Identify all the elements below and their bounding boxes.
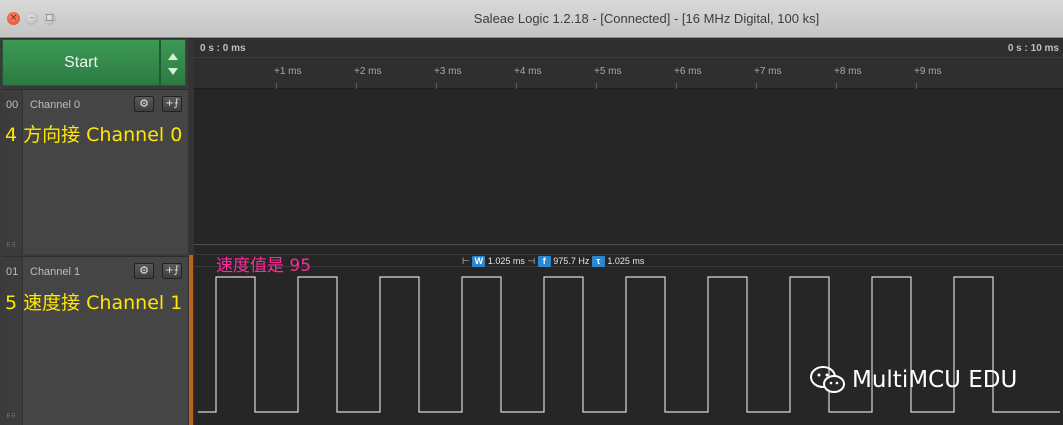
tick-label: +3 ms xyxy=(434,66,462,77)
tick-label: +2 ms xyxy=(354,66,382,77)
tick-label: +7 ms xyxy=(754,66,782,77)
trigger-edge-icon: +⨍ xyxy=(165,98,179,109)
trigger-edge-icon: +⨍ xyxy=(165,265,179,276)
grip-handle-icon[interactable]: ⠿⠿ xyxy=(6,242,17,249)
measure-end-marker-icon: ⊣ xyxy=(527,256,536,266)
channel-row-0[interactable]: 00 Channel 0 ⚙ +⨍ ⠿⠿ xyxy=(2,89,188,254)
add-analyzer-button[interactable]: +⨍ xyxy=(162,263,182,279)
timeline-divider xyxy=(194,57,1063,58)
pulse-width-value: 1.025 ms xyxy=(487,256,525,266)
start-options-button[interactable] xyxy=(160,39,186,86)
channel-color-stripe xyxy=(2,257,23,425)
gear-icon: ⚙ xyxy=(139,264,149,277)
pulse-width-icon: W xyxy=(472,256,486,267)
tick-label: +9 ms xyxy=(914,66,942,77)
channel-color-stripe xyxy=(2,90,23,254)
channel-1-annotation: 5 速度接 Channel 1 xyxy=(5,292,183,314)
watermark-text: MultiMCU EDU xyxy=(852,367,1018,393)
channel-panel: Start 00 Channel 0 ⚙ +⨍ ⠿⠿ 01 Channel 1 … xyxy=(0,39,190,425)
channel-name[interactable]: Channel 0 xyxy=(30,99,80,111)
measure-start-marker-icon: ⊢ xyxy=(462,256,470,266)
wechat-icon xyxy=(810,366,845,393)
frequency-value: 975.7 Hz xyxy=(553,256,590,266)
timeline-ruler[interactable]: 0 s : 0 ms 0 s : 10 ms +1 ms +2 ms +3 ms +4… xyxy=(194,39,1063,89)
title-bar: × – □ Saleae Logic 1.2.18 - [Connected] … xyxy=(0,0,1063,38)
trigger-marker xyxy=(189,255,193,425)
period-value: 1.025 ms xyxy=(607,256,645,266)
tick-label: +5 ms xyxy=(594,66,622,77)
arrow-down-icon xyxy=(168,68,178,75)
gear-icon: ⚙ xyxy=(139,97,149,110)
watermark: MultiMCU EDU xyxy=(810,365,1017,395)
tick-label: +6 ms xyxy=(674,66,702,77)
frequency-icon: f xyxy=(537,256,551,267)
grip-handle-icon[interactable]: ⠿⠿ xyxy=(6,413,17,420)
channel-number: 01 xyxy=(6,266,19,278)
channel-settings-button[interactable]: ⚙ xyxy=(134,263,154,279)
window-title: Saleae Logic 1.2.18 - [Connected] - [16 … xyxy=(473,11,820,26)
channel-number: 00 xyxy=(6,99,19,111)
start-button[interactable]: Start xyxy=(2,39,160,86)
timeline-end-label: 0 s : 10 ms xyxy=(1007,43,1059,54)
channel-settings-button[interactable]: ⚙ xyxy=(134,96,154,112)
period-icon: τ xyxy=(591,256,605,267)
speed-annotation: 速度值是 95 xyxy=(216,256,312,276)
add-analyzer-button[interactable]: +⨍ xyxy=(162,96,182,112)
arrow-up-icon xyxy=(168,53,178,60)
channel-0-annotation: 4 方向接 Channel 0 xyxy=(5,124,183,146)
channel-row-1[interactable]: 01 Channel 1 ⚙ +⨍ ⠿⠿ xyxy=(2,256,188,425)
timeline-start-label: 0 s : 0 ms xyxy=(200,43,246,54)
measurement-bar: ⊢ W 1.025 ms ⊣ f 975.7 Hz τ 1.025 ms xyxy=(462,256,644,268)
channel-name[interactable]: Channel 1 xyxy=(30,266,80,278)
tick-label: +8 ms xyxy=(834,66,862,77)
tick-label: +4 ms xyxy=(514,66,542,77)
tick-label: +1 ms xyxy=(274,66,302,77)
